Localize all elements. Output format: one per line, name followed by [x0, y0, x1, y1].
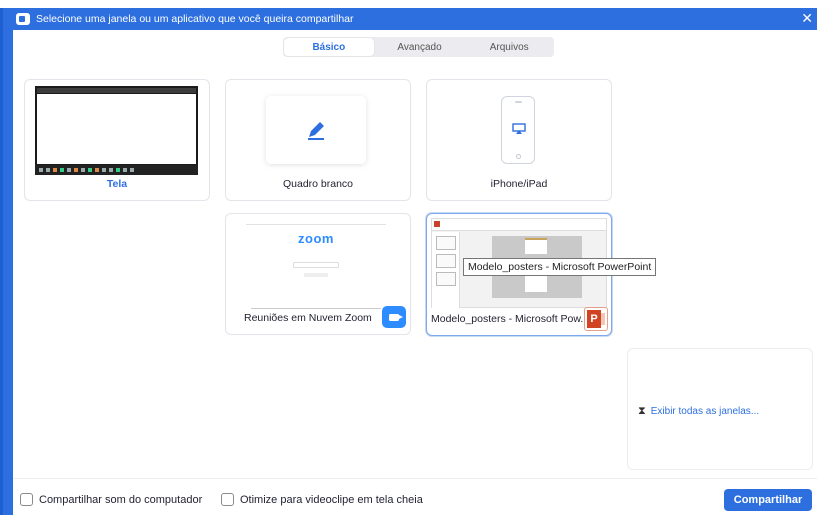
zoom-logo: zoom [298, 231, 334, 246]
iphone-label: iPhone/iPad [490, 178, 548, 190]
whiteboard-thumbnail [266, 96, 366, 164]
tab-basico[interactable]: Básico [284, 38, 374, 56]
window-left-edge [0, 8, 13, 515]
share-option-powerpoint-window[interactable]: Modelo_posters - Microsoft PowerPoint Mo… [426, 213, 657, 336]
share-sound-checkbox[interactable] [20, 493, 33, 506]
share-option-iphone[interactable]: iPhone/iPad [426, 79, 612, 201]
share-sound-option[interactable]: Compartilhar som do computador [20, 493, 202, 506]
screen-thumbnail [35, 86, 198, 175]
tab-arquivos[interactable]: Arquivos [464, 37, 554, 57]
airplay-icon [512, 123, 526, 134]
pencil-icon [308, 122, 324, 140]
tab-avancado[interactable]: Avançado [375, 37, 465, 57]
optimize-video-option[interactable]: Otimize para videoclipe em tela cheia [221, 493, 423, 506]
show-all-windows-panel: ⧗ Exibir todas as janelas... [627, 348, 813, 470]
show-all-windows-link[interactable]: ⧗ Exibir todas as janelas... [638, 405, 759, 418]
share-screen-window: Selecione uma janela ou um aplicativo qu… [0, 0, 817, 515]
zoom-camera-icon [382, 306, 406, 328]
phone-icon [501, 96, 535, 164]
powerpoint-window-label: Modelo_posters - Microsoft Pow... [431, 313, 590, 325]
footer-bar: Compartilhar som do computador Otimize p… [13, 478, 817, 515]
close-icon[interactable]: ✕ [801, 10, 813, 27]
hourglass-icon: ⧗ [638, 405, 646, 417]
optimize-video-label: Otimize para videoclipe em tela cheia [240, 493, 423, 506]
share-option-screen[interactable]: Tela [24, 79, 210, 201]
window-tooltip: Modelo_posters - Microsoft PowerPoint [463, 258, 657, 276]
powerpoint-icon: P [584, 307, 608, 331]
share-tabs: Básico Avançado Arquivos [283, 37, 554, 57]
show-all-windows-label: Exibir todas as janelas... [650, 406, 760, 417]
title-bar: Selecione uma janela ou um aplicativo qu… [12, 8, 817, 30]
zoom-app-icon [16, 13, 30, 25]
share-option-zoom-window[interactable]: zoom Reuniões em Nuvem Zoom [225, 213, 411, 335]
screen-label: Tela [106, 178, 128, 190]
whiteboard-label: Quadro branco [282, 178, 354, 190]
share-button[interactable]: Compartilhar [724, 489, 812, 511]
zoom-window-label: Reuniões em Nuvem Zoom [244, 312, 372, 324]
share-sound-label: Compartilhar som do computador [39, 493, 203, 506]
window-title: Selecione uma janela ou um aplicativo qu… [36, 13, 354, 25]
optimize-video-checkbox[interactable] [221, 493, 234, 506]
share-option-whiteboard[interactable]: Quadro branco [225, 79, 411, 201]
zoom-window-thumbnail: zoom [246, 220, 386, 312]
